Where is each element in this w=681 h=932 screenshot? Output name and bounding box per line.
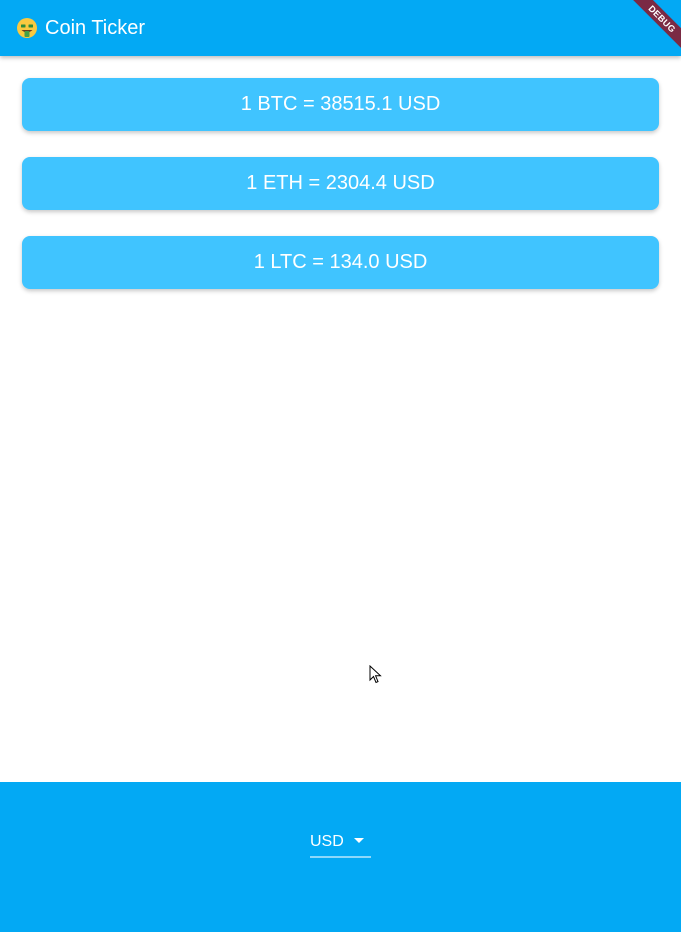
rate-card-eth: 1 ETH = 2304.4 USD xyxy=(22,157,659,210)
money-mouth-face-icon xyxy=(16,17,38,39)
rate-text-btc: 1 BTC = 38515.1 USD xyxy=(240,93,441,115)
rate-card-list: 1 BTC = 38515.1 USD 1 ETH = 2304.4 USD 1… xyxy=(22,78,659,315)
rate-text-ltc: 1 LTC = 134.0 USD xyxy=(253,251,428,273)
app-title: Coin Ticker xyxy=(45,16,146,39)
rate-card-ltc: 1 LTC = 134.0 USD xyxy=(22,236,659,289)
mouse-cursor-icon xyxy=(369,665,382,684)
app-window: Coin Ticker DEBUG 1 BTC = 38515.1 USD 1 … xyxy=(0,0,681,932)
currency-dropdown[interactable]: USD xyxy=(310,831,371,858)
app-bar: Coin Ticker xyxy=(0,0,681,56)
rate-text-eth: 1 ETH = 2304.4 USD xyxy=(246,172,435,194)
app-title-container: Coin Ticker xyxy=(16,17,145,40)
currency-dropdown-value: USD xyxy=(310,832,344,850)
rate-card-btc: 1 BTC = 38515.1 USD xyxy=(22,78,659,131)
arrow-drop-down-icon xyxy=(354,838,364,843)
